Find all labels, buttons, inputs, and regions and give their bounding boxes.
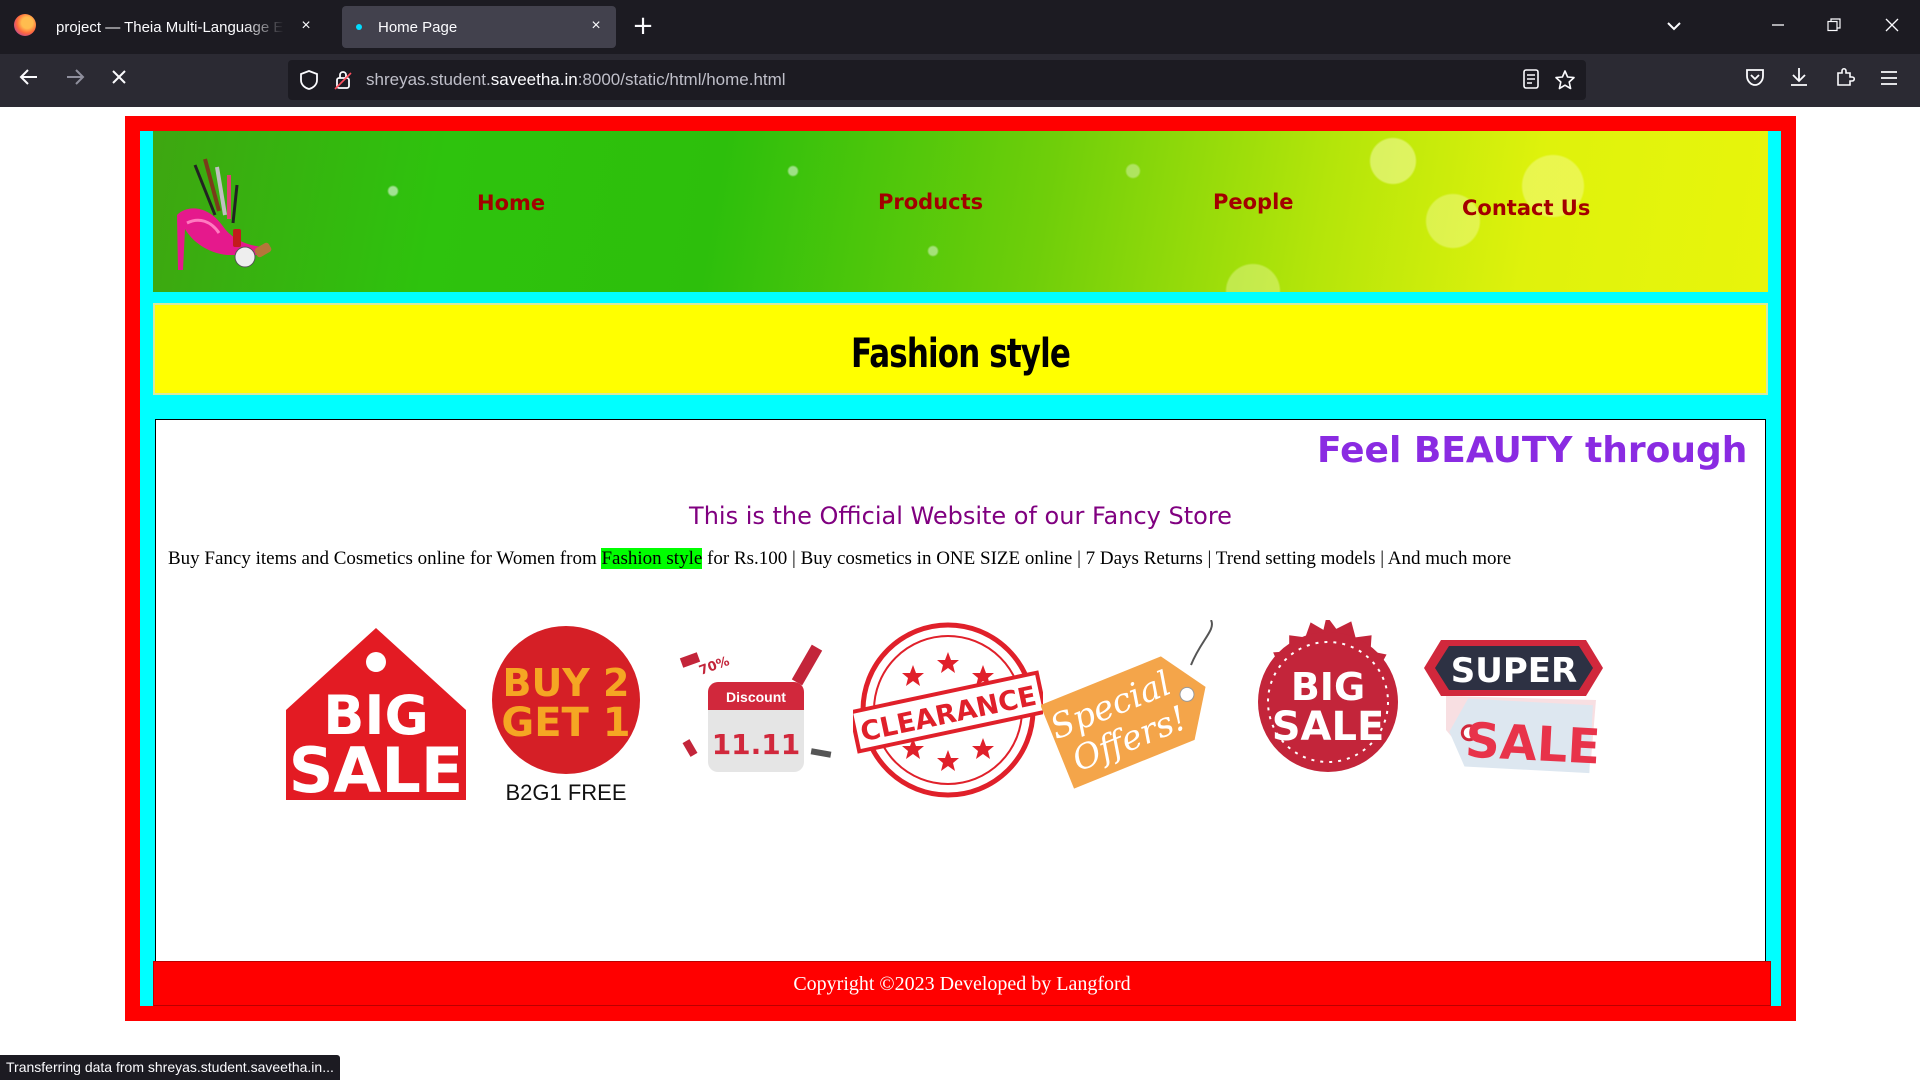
new-tab-button[interactable]: +: [628, 12, 658, 42]
marquee-text: Feel BEAUTY through c: [1317, 430, 1756, 471]
sale-badges-row: BIG SALE BUY 2 GET 1 B2G1 FREE 70% Disco…: [156, 616, 1756, 807]
nav-contact-us-link[interactable]: Contact Us: [1462, 196, 1590, 220]
tab-project-theia[interactable]: project — Theia Multi-Language Ex ×: [56, 6, 326, 48]
special-offers-tag-image[interactable]: Special Offers!: [1040, 619, 1231, 810]
super-sale-tag-image[interactable]: SUPER SALE: [1421, 620, 1611, 810]
stop-loading-icon[interactable]: [104, 66, 134, 96]
nav-people-link[interactable]: People: [1213, 190, 1294, 214]
high-heel-cosmetics-logo[interactable]: [167, 145, 277, 275]
extensions-puzzle-icon[interactable]: [1830, 66, 1860, 96]
big-sale-seal-image[interactable]: BIG SALE: [1233, 616, 1423, 810]
big-sale-tag-image[interactable]: BIG SALE: [281, 620, 471, 810]
nav-home-link[interactable]: Home: [477, 191, 545, 215]
insecure-lock-icon[interactable]: [332, 69, 354, 91]
list-all-tabs-chevron-icon[interactable]: [1660, 14, 1688, 40]
buy2get1-badge-image[interactable]: BUY 2 GET 1 B2G1 FREE: [471, 620, 661, 810]
title-banner: Fashion style: [153, 303, 1768, 395]
address-bar[interactable]: shreyas.student.saveetha.in:8000/static/…: [288, 60, 1586, 100]
bookmark-star-icon[interactable]: [1554, 69, 1576, 91]
downloads-icon[interactable]: [1784, 66, 1814, 96]
loading-indicator-icon: [356, 24, 362, 30]
big-sale-text: SALE: [289, 734, 464, 807]
tab-home-page[interactable]: Home Page ×: [342, 6, 616, 48]
close-window-button[interactable]: [1870, 10, 1914, 44]
pocket-icon[interactable]: [1740, 66, 1770, 96]
brand-highlight: Fashion style: [601, 548, 703, 569]
restore-window-button[interactable]: [1812, 10, 1856, 44]
site-header: Home Products People Contact Us: [153, 131, 1768, 292]
forward-arrow-icon[interactable]: [60, 66, 90, 96]
date-text: 11.11: [712, 728, 801, 761]
store-description: Buy Fancy items and Cosmetics online for…: [168, 548, 1511, 570]
description-text: for Rs.100 | Buy cosmetics in ONE SIZE o…: [702, 548, 1512, 569]
seal-big-text: BIG: [1291, 665, 1365, 709]
official-website-heading: This is the Official Website of our Fanc…: [689, 502, 1232, 530]
seal-sale-text: SALE: [1272, 704, 1385, 750]
scrolling-marquee: Feel BEAUTY through c: [156, 430, 1756, 480]
close-tab-icon[interactable]: ×: [296, 16, 316, 36]
reader-view-icon[interactable]: [1520, 69, 1542, 91]
discount-text: Discount: [726, 689, 786, 705]
browser-tab-bar: project — Theia Multi-Language Ex × Home…: [0, 0, 1920, 54]
nav-products-link[interactable]: Products: [878, 190, 983, 214]
main-content: Feel BEAUTY through c This is the Offici…: [155, 419, 1766, 991]
firefox-icon[interactable]: [14, 14, 36, 36]
back-arrow-icon[interactable]: [14, 66, 44, 96]
url-host: saveetha.in: [490, 70, 578, 89]
discount-calendar-image[interactable]: 70% Discount 11.11: [661, 620, 851, 810]
site-footer: Copyright ©2023 Developed by Langford: [153, 961, 1771, 1006]
description-text: Buy Fancy items and Cosmetics online for…: [168, 548, 602, 569]
minimize-window-button[interactable]: [1756, 10, 1800, 44]
get1-text: GET 1: [501, 700, 630, 746]
url-subdomain: shreyas.student.: [366, 70, 491, 89]
buy2-text: BUY 2: [502, 661, 629, 705]
copyright-text: Copyright ©2023 Developed by Langford: [793, 973, 1131, 995]
page-title: Fashion style: [851, 331, 1071, 377]
super-text: SUPER: [1451, 651, 1577, 691]
browser-nav-bar: shreyas.student.saveetha.in:8000/static/…: [0, 54, 1920, 107]
clearance-stamp-image[interactable]: CLEARANCE: [848, 620, 1048, 810]
percent-text: 70%: [697, 654, 731, 679]
tab-title: project — Theia Multi-Language Ex: [56, 18, 284, 36]
tab-title: Home Page: [378, 18, 458, 36]
url-text[interactable]: shreyas.student.saveetha.in:8000/static/…: [366, 70, 786, 90]
menu-hamburger-icon[interactable]: [1874, 66, 1904, 96]
close-tab-icon[interactable]: ×: [586, 16, 606, 36]
sale-text: SALE: [1464, 713, 1602, 776]
page-frame: Home Products People Contact Us Fashion …: [125, 116, 1796, 1021]
url-path: :8000/static/html/home.html: [577, 70, 786, 89]
b2g1-free-text: B2G1 FREE: [505, 780, 626, 805]
page-container: Home Products People Contact Us Fashion …: [140, 131, 1781, 1006]
tracking-protection-shield-icon[interactable]: [298, 69, 320, 91]
status-bar: Transferring data from shreyas.student.s…: [0, 1055, 340, 1080]
